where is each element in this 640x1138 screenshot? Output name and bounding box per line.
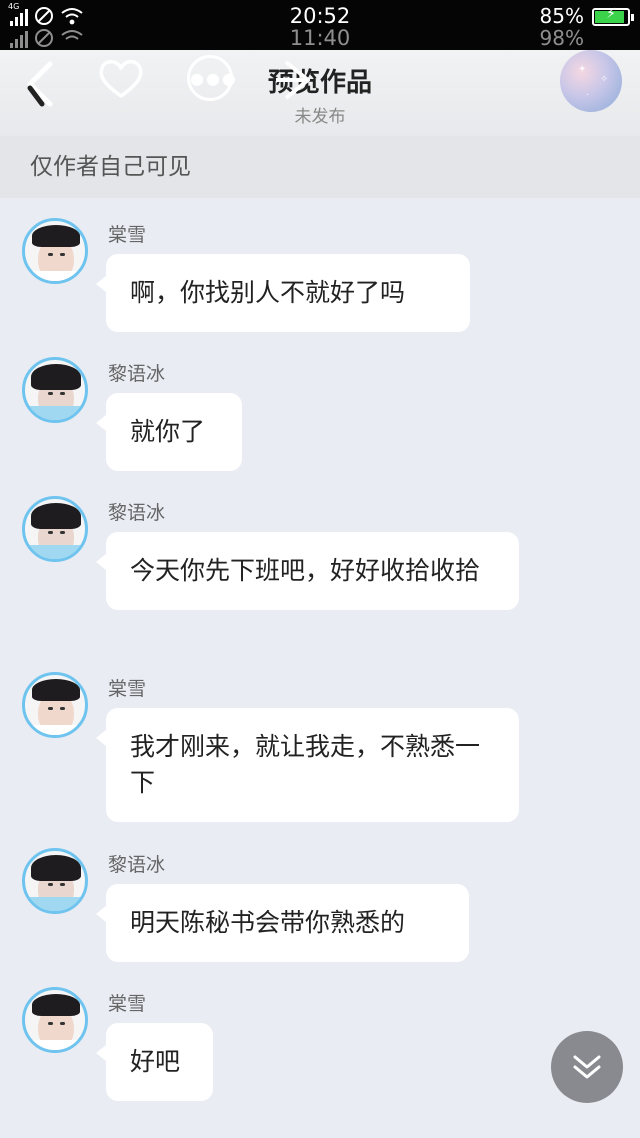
avatar[interactable] (22, 218, 88, 284)
message-bubble[interactable]: 好吧 (96, 1023, 213, 1101)
battery-percent-ghost: 98% (539, 26, 584, 50)
heart-icon (99, 59, 143, 98)
avatar[interactable] (22, 848, 88, 914)
charging-bolt-icon: ⚡ (606, 6, 616, 22)
avatar[interactable] (22, 496, 88, 562)
sender-name: 棠雪 (108, 678, 147, 700)
sparkle-icon: ✧ (600, 74, 609, 85)
like-button[interactable] (96, 56, 146, 102)
sender-name: 黎语冰 (108, 363, 166, 385)
chat-list[interactable]: 棠雪 啊，你找别人不就好了吗 黎语冰 就你了 黎语冰 今天你先下班吧，好好收拾收… (0, 198, 640, 1138)
status-bar: 4G 20:52 85% ⚡ 11:40 98% (0, 0, 640, 50)
back-button[interactable] (20, 58, 64, 114)
status-row-ghost: 11:40 98% (0, 24, 640, 50)
avatar[interactable] (22, 357, 88, 423)
visibility-notice-text: 仅作者自己可见 (30, 154, 191, 180)
sender-name: 黎语冰 (108, 502, 166, 524)
message-bubble[interactable]: 明天陈秘书会带你熟悉的 (96, 884, 469, 962)
message-bubble[interactable]: 啊，你找别人不就好了吗 (96, 254, 470, 332)
sender-name: 棠雪 (108, 993, 147, 1015)
page-title: 预览作品 (267, 68, 372, 98)
sparkle-icon: · (586, 90, 590, 101)
author-avatar[interactable]: ✦ ✧ · (560, 50, 622, 112)
avatar[interactable] (22, 672, 88, 738)
sparkle-icon: ✦ (578, 64, 587, 75)
publish-status: 未发布 (294, 107, 346, 127)
scroll-to-bottom-button[interactable] (551, 1031, 623, 1103)
message-bubble[interactable]: 就你了 (96, 393, 242, 471)
avatar[interactable] (22, 987, 88, 1053)
double-chevron-down-icon (573, 1055, 601, 1079)
back-chevron-icon (27, 61, 53, 107)
message-bubble[interactable]: 我才刚来，就让我走，不熟悉一下 (96, 708, 519, 822)
message-bubble[interactable]: 今天你先下班吧，好好收拾收拾 (96, 532, 519, 610)
sender-name: 棠雪 (108, 224, 147, 246)
visibility-notice: 仅作者自己可见 (0, 136, 640, 198)
nav-bar: ●●● 预览作品 未发布 ✦ ✧ · (0, 50, 640, 136)
sender-name: 黎语冰 (108, 854, 166, 876)
